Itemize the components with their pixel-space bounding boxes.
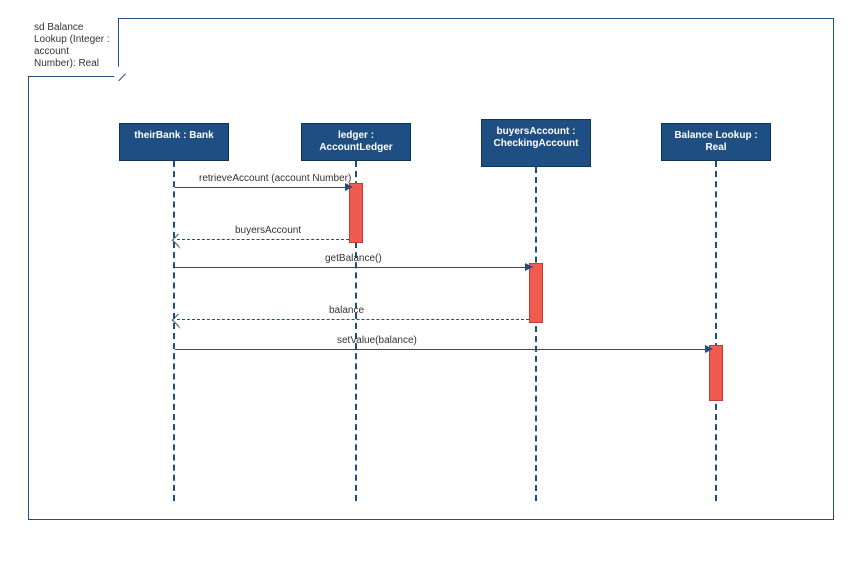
- lifeline-dash: [535, 167, 537, 501]
- message-label: getBalance(): [325, 253, 382, 264]
- message-label: setValue(balance): [337, 335, 417, 346]
- message-return-line: [177, 319, 529, 320]
- activation-buyers-account: [529, 263, 543, 323]
- message-label: buyersAccount: [235, 225, 301, 236]
- frame-label: sd Balance Lookup (Integer : account Num…: [28, 18, 119, 77]
- activation-ledger: [349, 183, 363, 243]
- message-line: [175, 349, 707, 350]
- message-line: [175, 187, 347, 188]
- lifeline-their-bank: theirBank : Bank: [119, 123, 229, 161]
- message-label: retrieveAccount (account Number): [199, 173, 351, 184]
- lifeline-balance-lookup: Balance Lookup : Real: [661, 123, 771, 161]
- lifeline-buyers-account: buyersAccount : CheckingAccount: [481, 119, 591, 167]
- arrow-right-icon: [525, 263, 533, 271]
- lifeline-dash: [173, 161, 175, 501]
- diagram-canvas: sd Balance Lookup (Integer : account Num…: [0, 0, 860, 564]
- arrow-right-icon: [705, 345, 713, 353]
- message-label: balance: [329, 305, 364, 316]
- lifeline-ledger: ledger : AccountLedger: [301, 123, 411, 161]
- message-return-line: [177, 239, 349, 240]
- lifeline-dash: [715, 161, 717, 501]
- sequence-frame: sd Balance Lookup (Integer : account Num…: [28, 18, 834, 520]
- activation-balance-lookup: [709, 345, 723, 401]
- message-line: [175, 267, 527, 268]
- arrow-right-icon: [345, 183, 353, 191]
